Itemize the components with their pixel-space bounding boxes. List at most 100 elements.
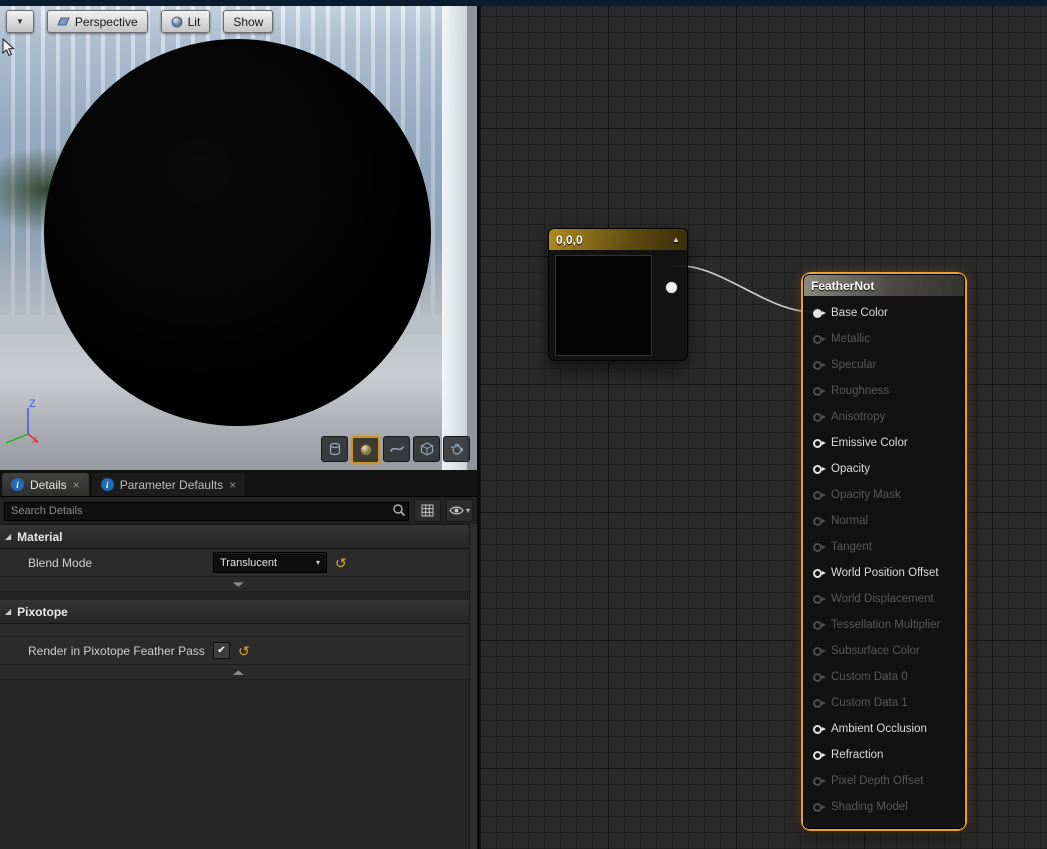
perspective-button[interactable]: Perspective — [47, 10, 148, 33]
section-header-pixotope[interactable]: ◢ Pixotope — [0, 600, 477, 624]
feather-pass-control: ✔ ↺ — [213, 642, 250, 659]
reset-to-default-icon[interactable]: ↺ — [335, 556, 347, 570]
material-input-pin[interactable]: Roughness — [804, 378, 964, 404]
section-header-material[interactable]: ◢ Material — [0, 525, 477, 549]
lit-mode-button[interactable]: Lit — [161, 10, 211, 33]
view-options-button[interactable]: ▾ — [446, 499, 473, 522]
material-node-title-bar[interactable]: FeatherNot — [804, 275, 964, 296]
pin-label: Roughness — [831, 385, 889, 397]
pin-icon[interactable] — [813, 751, 822, 760]
material-input-pin[interactable]: Opacity — [804, 456, 964, 482]
material-result-node[interactable]: FeatherNot Base Color Metallic Specular … — [803, 274, 965, 829]
preview-shape-teapot-button[interactable] — [443, 436, 470, 462]
axis-z-label: Z — [29, 398, 36, 410]
pin-icon[interactable] — [813, 647, 822, 656]
panel-divider[interactable] — [477, 0, 480, 849]
pin-icon[interactable] — [813, 491, 822, 500]
material-input-pin[interactable]: Ambient Occlusion — [804, 716, 964, 742]
material-input-pin[interactable]: Custom Data 1 — [804, 690, 964, 716]
pin-icon[interactable] — [813, 777, 822, 786]
tab-details-label: Details — [30, 478, 67, 492]
chevron-down-icon: ▾ — [466, 506, 470, 515]
viewport-options-button[interactable]: ▼ — [6, 10, 34, 33]
pin-label: Anisotropy — [831, 411, 885, 423]
pin-label: World Displacement — [831, 593, 934, 605]
constant-node-title-bar[interactable]: 0,0,0 ▲ — [549, 229, 687, 250]
expander-icon[interactable]: ◢ — [5, 532, 11, 541]
material-input-pin[interactable]: Emissive Color — [804, 430, 964, 456]
material-input-pin[interactable]: Anisotropy — [804, 404, 964, 430]
preview-shape-plane-button[interactable] — [383, 436, 410, 462]
preview-shape-sphere-button[interactable] — [351, 436, 380, 464]
pin-label: Emissive Color — [831, 437, 908, 449]
sphere-icon — [358, 442, 374, 458]
advanced-expand-row[interactable]: ▾ — [0, 577, 477, 592]
material-input-pin[interactable]: Base Color — [804, 300, 964, 326]
expander-icon[interactable]: ◢ — [5, 607, 11, 616]
pin-icon[interactable] — [813, 361, 822, 370]
pin-icon[interactable] — [813, 621, 822, 630]
pin-icon[interactable] — [813, 803, 822, 812]
color-preview-swatch — [555, 255, 652, 356]
tab-parameter-defaults[interactable]: i Parameter Defaults × — [92, 473, 245, 496]
pin-icon[interactable] — [813, 699, 822, 708]
material-input-pin[interactable]: Pixel Depth Offset — [804, 768, 964, 794]
material-input-pin[interactable]: Normal — [804, 508, 964, 534]
plane-icon — [389, 441, 405, 457]
advanced-collapse-row[interactable]: ▴ — [0, 665, 477, 680]
close-icon[interactable]: × — [229, 479, 236, 491]
material-input-pin[interactable]: Specular — [804, 352, 964, 378]
pin-icon[interactable] — [813, 569, 822, 578]
material-input-pin[interactable]: Refraction — [804, 742, 964, 768]
details-scrollbar[interactable] — [469, 524, 477, 849]
search-details-input[interactable] — [4, 502, 409, 521]
pin-label: Pixel Depth Offset — [831, 775, 923, 787]
pin-icon[interactable] — [813, 673, 822, 682]
chevron-up-icon: ▴ — [233, 667, 244, 678]
pin-icon[interactable] — [813, 439, 822, 448]
connection-wire[interactable] — [672, 266, 816, 312]
pin-icon[interactable] — [813, 543, 822, 552]
pin-icon[interactable] — [813, 517, 822, 526]
close-icon[interactable]: × — [73, 479, 80, 491]
pin-label: World Position Offset — [831, 567, 939, 579]
tab-details[interactable]: i Details × — [2, 473, 89, 496]
preview-shape-buttons — [321, 436, 470, 464]
material-input-pin[interactable]: Shading Model — [804, 794, 964, 820]
pin-icon[interactable] — [813, 725, 822, 734]
pin-icon[interactable] — [813, 309, 822, 318]
blend-mode-dropdown[interactable]: Translucent ▾ — [213, 552, 327, 573]
section-spacer — [0, 592, 477, 600]
preview-shape-cylinder-button[interactable] — [321, 436, 348, 462]
reset-to-default-icon[interactable]: ↺ — [238, 644, 250, 658]
material-input-pin[interactable]: Metallic — [804, 326, 964, 352]
material-input-pin[interactable]: Tangent — [804, 534, 964, 560]
pin-icon[interactable] — [813, 335, 822, 344]
constant-output-pin[interactable] — [665, 281, 678, 294]
feather-pass-checkbox[interactable]: ✔ — [213, 642, 230, 659]
material-input-pin[interactable]: Tessellation Multiplier — [804, 612, 964, 638]
material-input-pin[interactable]: World Position Offset — [804, 560, 964, 586]
show-menu-button[interactable]: Show — [223, 10, 273, 33]
property-matrix-button[interactable] — [414, 499, 441, 522]
pin-icon[interactable] — [813, 413, 822, 422]
material-input-pin[interactable]: Custom Data 0 — [804, 664, 964, 690]
perspective-label: Perspective — [75, 15, 138, 29]
pin-icon[interactable] — [813, 595, 822, 604]
pin-icon[interactable] — [813, 387, 822, 396]
collapse-icon[interactable]: ▲ — [672, 235, 680, 244]
window-top-strip — [0, 0, 1047, 6]
material-node-body: FeatherNot Base Color Metallic Specular … — [803, 274, 965, 829]
material-input-pin[interactable]: Opacity Mask — [804, 482, 964, 508]
material-preview-viewport[interactable]: ▼ Perspective Lit Show — [0, 0, 477, 470]
material-input-pin[interactable]: World Displacement — [804, 586, 964, 612]
constant-color-node[interactable]: 0,0,0 ▲ — [548, 228, 688, 361]
pin-icon[interactable] — [813, 465, 822, 474]
material-input-pin[interactable]: Subsurface Color — [804, 638, 964, 664]
left-panel: ▼ Perspective Lit Show — [0, 0, 477, 849]
chevron-down-icon: ▾ — [233, 579, 244, 590]
material-graph-canvas[interactable]: 0,0,0 ▲ FeatherNot Base Color Metallic S… — [480, 0, 1047, 849]
pin-label: Tangent — [831, 541, 872, 553]
pin-label: Normal — [831, 515, 868, 527]
preview-shape-cube-button[interactable] — [413, 436, 440, 462]
